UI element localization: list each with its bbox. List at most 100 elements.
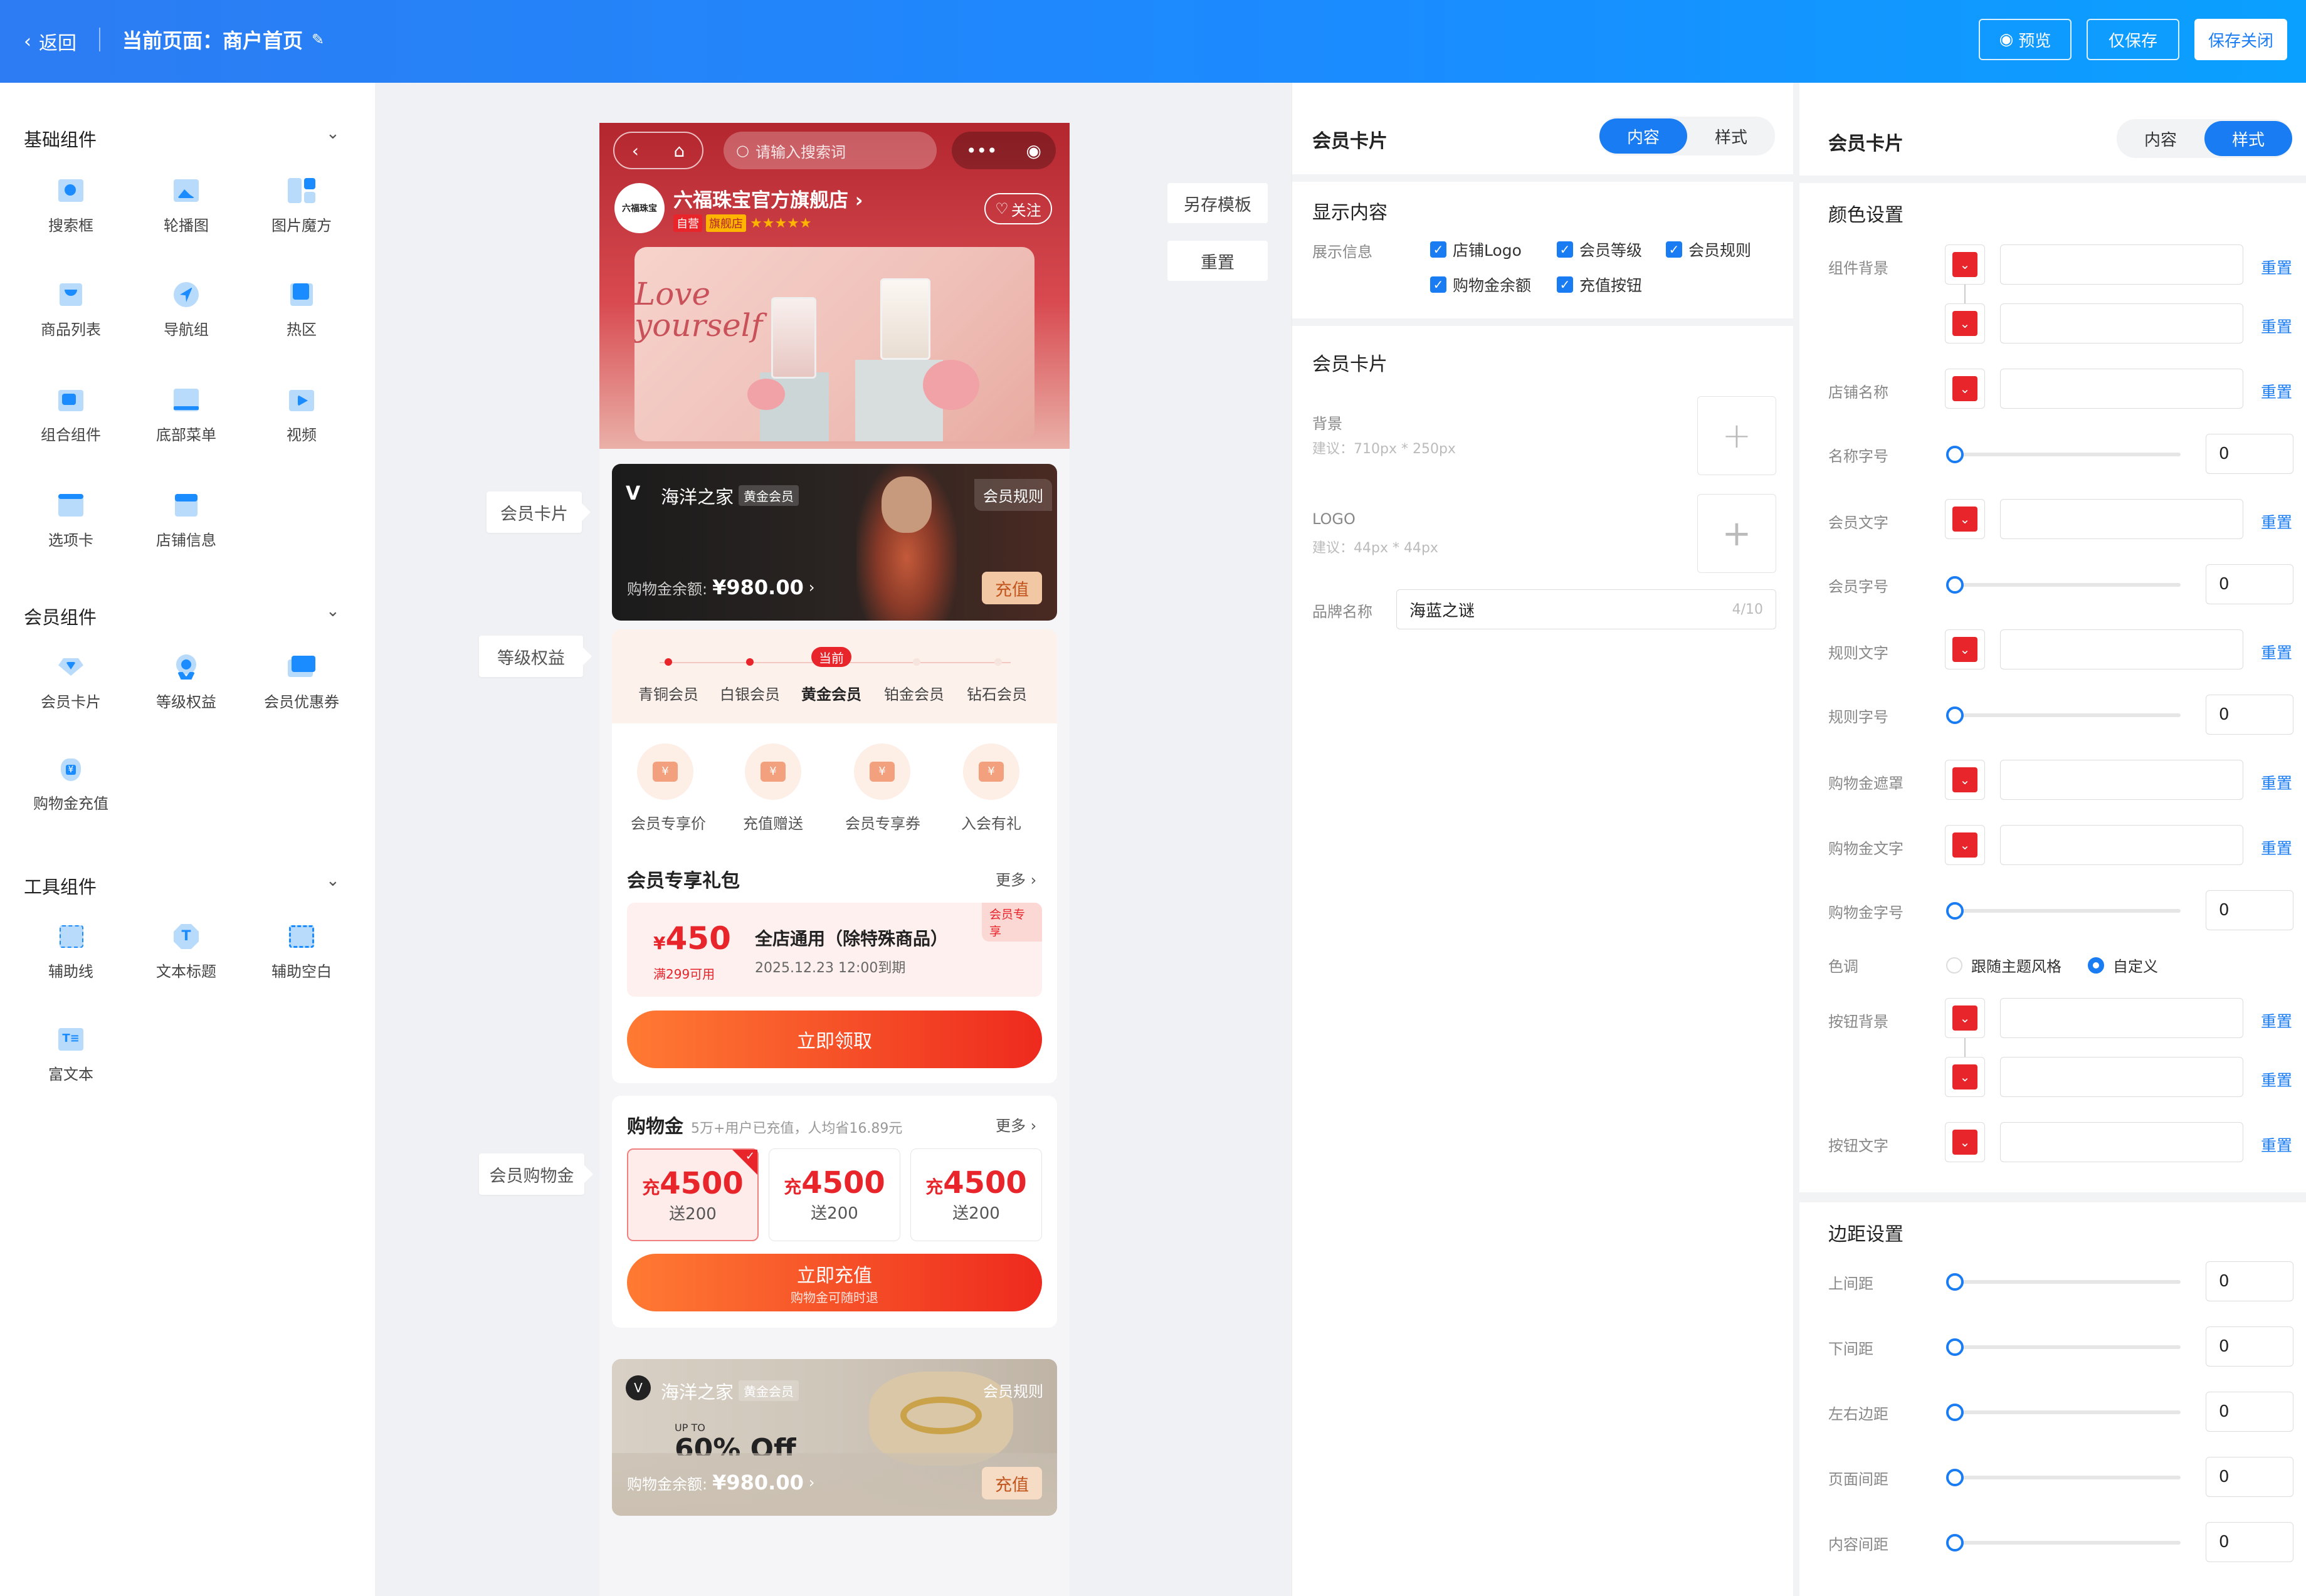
upload-bg-button[interactable]: + <box>1697 396 1776 475</box>
store-name[interactable]: 六福珠宝官方旗舰店 › <box>673 184 863 213</box>
reset-link[interactable]: 重置 <box>2261 256 2292 278</box>
tag-level-benefits[interactable]: 等级权益 <box>479 636 592 677</box>
color-input[interactable] <box>2000 303 2243 344</box>
comp-hotspot[interactable]: 热区 <box>255 281 349 339</box>
chevron-down-icon[interactable]: ⌄ <box>326 871 340 890</box>
comp-gold-recharge[interactable]: ¥ 购物金充值 <box>24 755 118 813</box>
color-swatch[interactable]: ⌄ <box>1945 760 1985 800</box>
perk-label[interactable]: 充值赠送 <box>732 811 814 833</box>
reset-link[interactable]: 重置 <box>2261 1009 2292 1032</box>
checkbox-store-logo[interactable]: ✓ 店铺Logo <box>1430 238 1522 261</box>
reset-canvas-button[interactable]: 重置 <box>1167 241 1268 281</box>
slider-handle[interactable] <box>1946 576 1964 594</box>
comp-carousel[interactable]: 轮播图 <box>139 177 233 235</box>
more-dots-icon[interactable]: ••• <box>966 140 998 161</box>
comp-member-coupon[interactable]: 会员优惠券 <box>255 653 349 711</box>
comp-store-info[interactable]: 店铺信息 <box>139 491 233 550</box>
tone-option-theme[interactable]: 跟随主题风格 <box>1946 954 2061 976</box>
color-input[interactable] <box>2000 825 2243 865</box>
slider-track[interactable] <box>1950 1541 2181 1545</box>
slider-handle[interactable] <box>1946 902 1964 920</box>
chevron-down-icon[interactable]: ⌄ <box>326 602 340 621</box>
edit-icon[interactable]: ✎ <box>312 31 324 48</box>
card-rules-link[interactable]: 会员规则 <box>974 1374 1052 1406</box>
comp-image-cube[interactable]: 图片魔方 <box>255 177 349 235</box>
reset-link[interactable]: 重置 <box>2261 771 2292 794</box>
comp-member-card[interactable]: 会员卡片 <box>24 653 118 711</box>
comp-spacer[interactable]: 辅助空白 <box>255 923 349 981</box>
comp-product-list[interactable]: 商品列表 <box>24 281 118 339</box>
color-input[interactable] <box>2000 244 2243 285</box>
slider-handle[interactable] <box>1946 1338 1964 1356</box>
level-name[interactable]: 白银会员 <box>719 682 781 704</box>
tag-member-gold[interactable]: 会员购物金 <box>479 1153 593 1195</box>
slider-track[interactable] <box>1950 1476 2181 1479</box>
back-button[interactable]: ‹ 返回 <box>24 28 76 55</box>
checkbox-member-level[interactable]: ✓ 会员等级 <box>1557 238 1642 261</box>
gold-option[interactable]: 充4500 送200 <box>769 1148 900 1241</box>
slider-track[interactable] <box>1950 453 2181 456</box>
comp-guide-line[interactable]: 辅助线 <box>24 923 118 981</box>
save-template-button[interactable]: 另存模板 <box>1167 183 1268 223</box>
save-only-button[interactable]: 仅保存 <box>2087 19 2179 60</box>
comp-text-title[interactable]: T 文本标题 <box>139 923 233 981</box>
color-swatch[interactable]: ⌄ <box>1945 499 1985 539</box>
perk-label[interactable]: 会员专享券 <box>839 811 927 833</box>
tab-style[interactable]: 样式 <box>2204 121 2292 156</box>
checkbox-member-rules[interactable]: ✓ 会员规则 <box>1666 238 1751 261</box>
tab-content[interactable]: 内容 <box>2117 121 2204 156</box>
slider-track[interactable] <box>1950 583 2181 587</box>
color-swatch[interactable]: ⌄ <box>1945 998 1985 1038</box>
color-swatch[interactable]: ⌄ <box>1945 825 1985 865</box>
upload-logo-button[interactable]: + <box>1697 494 1776 573</box>
level-name[interactable]: 钻石会员 <box>966 682 1028 704</box>
number-input[interactable]: 0 <box>2206 564 2293 604</box>
reset-link[interactable]: 重置 <box>2261 641 2292 663</box>
slider-track[interactable] <box>1950 1280 2181 1284</box>
brand-name-input[interactable]: 海蓝之谜 4/10 <box>1396 589 1776 629</box>
checkbox-gold-balance[interactable]: ✓ 购物金余额 <box>1430 273 1531 296</box>
preview-button[interactable]: ◉ 预览 <box>1979 19 2072 60</box>
level-name[interactable]: 铂金会员 <box>883 682 945 704</box>
recharge-button[interactable]: 充值 <box>982 1467 1042 1499</box>
comp-bottom-menu[interactable]: 底部菜单 <box>139 386 233 444</box>
tab-content[interactable]: 内容 <box>1599 118 1687 154</box>
gold-option[interactable]: 充4500 送200 <box>910 1148 1042 1241</box>
level-name[interactable]: 青铜会员 <box>637 682 700 704</box>
reset-link[interactable]: 重置 <box>2261 836 2292 859</box>
slider-track[interactable] <box>1950 713 2181 717</box>
color-input[interactable] <box>2000 369 2243 409</box>
chevron-down-icon[interactable]: ⌄ <box>326 124 340 143</box>
color-input[interactable] <box>2000 760 2243 800</box>
slider-track[interactable] <box>1950 1345 2181 1349</box>
checkbox-recharge-button[interactable]: ✓ 充值按钮 <box>1557 273 1642 296</box>
slider-handle[interactable] <box>1946 1469 1964 1486</box>
color-input[interactable] <box>2000 998 2243 1038</box>
color-swatch[interactable]: ⌄ <box>1945 1122 1985 1162</box>
slider-handle[interactable] <box>1946 1404 1964 1421</box>
comp-nav-group[interactable]: 导航组 <box>139 281 233 339</box>
number-input[interactable]: 0 <box>2206 695 2293 735</box>
tab-style[interactable]: 样式 <box>1687 118 1775 154</box>
save-close-button[interactable]: 保存关闭 <box>2194 19 2287 60</box>
color-input[interactable] <box>2000 1057 2243 1097</box>
comp-rich-text[interactable]: T≡ 富文本 <box>24 1026 118 1084</box>
comp-combo[interactable]: 组合组件 <box>24 386 118 444</box>
card-rules-link[interactable]: 会员规则 <box>974 479 1052 511</box>
perk-label[interactable]: 会员专享价 <box>624 811 712 833</box>
color-swatch[interactable]: ⌄ <box>1945 244 1985 285</box>
color-input[interactable] <box>2000 1122 2243 1162</box>
reset-link[interactable]: 重置 <box>2261 315 2292 337</box>
color-swatch[interactable]: ⌄ <box>1945 1057 1985 1097</box>
slider-track[interactable] <box>1950 909 2181 913</box>
reset-link[interactable]: 重置 <box>2261 510 2292 533</box>
tone-option-custom[interactable]: 自定义 <box>2088 954 2158 976</box>
slider-handle[interactable] <box>1946 1273 1964 1291</box>
color-input[interactable] <box>2000 499 2243 539</box>
close-circle-icon[interactable]: ◉ <box>1026 140 1041 161</box>
reset-link[interactable]: 重置 <box>2261 1068 2292 1091</box>
number-input[interactable]: 0 <box>2206 1326 2293 1367</box>
number-input[interactable]: 0 <box>2206 1457 2293 1497</box>
home-icon[interactable]: ⌂ <box>673 140 685 161</box>
comp-tabs[interactable]: 选项卡 <box>24 491 118 550</box>
